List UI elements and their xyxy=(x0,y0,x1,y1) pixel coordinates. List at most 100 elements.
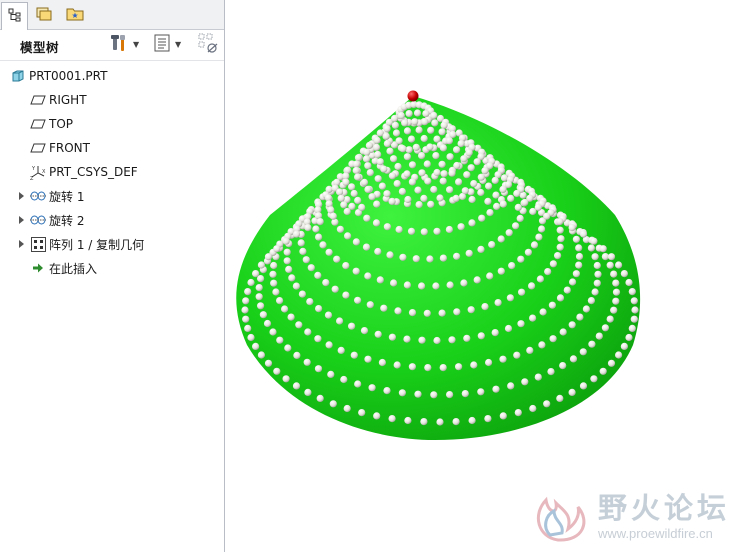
bead xyxy=(270,261,278,270)
bead xyxy=(601,324,609,332)
expand-arrow-icon[interactable] xyxy=(17,192,25,200)
bead xyxy=(478,214,486,222)
tree-item-revolve-1[interactable]: 旋转 1 xyxy=(30,186,84,206)
tree-item-top[interactable]: TOP xyxy=(30,114,73,134)
bead xyxy=(414,186,422,194)
bead xyxy=(433,227,441,235)
bead xyxy=(413,109,422,117)
list-display-icon xyxy=(153,33,171,56)
bead xyxy=(325,200,333,208)
graphics-window[interactable]: 野火论坛 www.proewildfire.cn xyxy=(225,0,739,552)
bead xyxy=(517,255,525,263)
bead xyxy=(415,126,423,134)
expand-arrow-icon[interactable] xyxy=(17,240,25,248)
bead xyxy=(408,178,416,186)
bead xyxy=(307,264,315,272)
tree-item-right[interactable]: RIGHT xyxy=(30,90,87,110)
bead xyxy=(528,282,536,290)
bead xyxy=(538,341,546,349)
tree-item-revolve-2[interactable]: 旋转 2 xyxy=(30,210,84,230)
bead xyxy=(312,225,320,233)
expand-arrow-icon[interactable] xyxy=(17,216,25,224)
bead xyxy=(607,359,616,367)
tree-item-insert-here[interactable]: 在此插入 xyxy=(30,258,97,278)
bead xyxy=(514,203,522,211)
bead xyxy=(415,201,423,209)
bead xyxy=(244,288,252,296)
bead xyxy=(340,201,348,209)
tree-item-label: 旋转 1 xyxy=(49,189,85,204)
favorites-icon xyxy=(66,6,84,25)
bead xyxy=(354,196,362,204)
bead xyxy=(373,136,381,144)
bead xyxy=(342,291,350,299)
model-tree-icon xyxy=(8,8,22,25)
tree-item-pattern-1[interactable]: 阵列 1 / 复制几何 xyxy=(30,234,144,254)
bead xyxy=(439,254,447,262)
bead xyxy=(316,218,324,226)
bead xyxy=(282,375,290,383)
bead xyxy=(457,223,465,231)
bead xyxy=(376,276,384,284)
bead xyxy=(453,146,461,154)
model-tree-panel: 模型树 ▼ ▼ PRT0001.PRT RIGHT TOP FRONT Y X … xyxy=(0,0,225,552)
bead xyxy=(393,361,401,369)
tree-item-front[interactable]: FRONT xyxy=(30,138,90,158)
bead xyxy=(350,351,358,359)
tree-filter-button[interactable] xyxy=(197,33,219,55)
bead xyxy=(337,194,345,202)
bead xyxy=(538,225,546,233)
bead xyxy=(388,197,396,205)
bead xyxy=(432,282,440,290)
chevron-down-icon: ▼ xyxy=(175,39,182,49)
bead xyxy=(484,415,492,423)
bead xyxy=(591,288,599,296)
bead xyxy=(374,247,382,256)
bead xyxy=(343,207,351,216)
bead xyxy=(331,285,339,293)
tab-favorites[interactable] xyxy=(61,2,88,28)
revolve-icon xyxy=(30,212,46,228)
bead xyxy=(587,244,595,252)
bead xyxy=(287,313,295,321)
bead xyxy=(420,418,428,426)
bead xyxy=(401,119,409,127)
bead xyxy=(467,306,475,314)
tree-show-button[interactable]: ▼ xyxy=(153,33,181,55)
bead xyxy=(630,297,638,305)
svg-text:Y: Y xyxy=(31,166,36,172)
bead xyxy=(508,262,516,270)
bead xyxy=(569,355,578,363)
bead xyxy=(448,169,456,177)
bead xyxy=(363,148,371,156)
bead xyxy=(352,238,360,246)
cone-tip-marker xyxy=(407,90,419,102)
bead xyxy=(382,132,390,140)
bead xyxy=(327,370,335,378)
bead xyxy=(420,194,428,202)
bead xyxy=(504,180,513,189)
bead xyxy=(477,188,485,197)
bead xyxy=(457,140,465,148)
bead xyxy=(438,128,446,136)
bead xyxy=(304,328,312,336)
bead xyxy=(284,344,292,352)
tab-folder-browser[interactable] xyxy=(31,2,58,28)
bead xyxy=(407,227,416,235)
tree-item-csys[interactable]: Y X Z PRT_CSYS_DEF xyxy=(30,162,138,182)
bead xyxy=(293,351,301,359)
bead xyxy=(285,265,293,273)
tab-model-tree[interactable] xyxy=(1,2,28,30)
bead xyxy=(521,198,529,207)
tree-item-part[interactable]: PRT0001.PRT xyxy=(10,66,107,86)
bead xyxy=(620,270,628,278)
tree-item-label: TOP xyxy=(49,117,74,131)
bead xyxy=(485,358,493,367)
bead xyxy=(575,252,584,261)
bead xyxy=(468,195,476,204)
tree-settings-button[interactable]: ▼ xyxy=(109,33,139,55)
cone-model-view[interactable] xyxy=(225,0,739,552)
bead xyxy=(391,121,399,129)
bead xyxy=(365,141,373,149)
insert-here-arrow-icon xyxy=(30,260,46,276)
